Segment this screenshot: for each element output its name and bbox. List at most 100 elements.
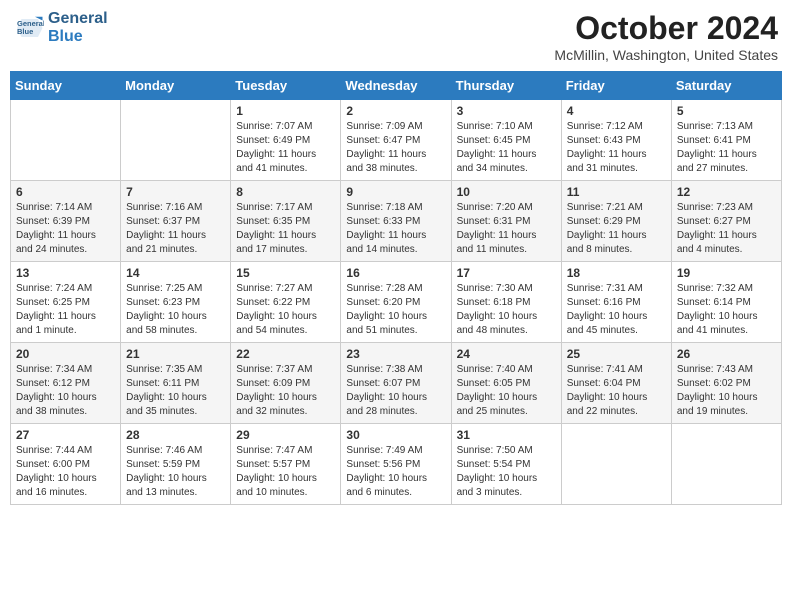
day-number: 20 xyxy=(16,347,115,361)
day-number: 14 xyxy=(126,266,225,280)
calendar-cell: 7 Sunrise: 7:16 AM Sunset: 6:37 PM Daylig… xyxy=(121,181,231,262)
day-info: Sunrise: 7:44 AM Sunset: 6:00 PM Dayligh… xyxy=(16,444,115,500)
day-info: Sunrise: 7:07 AM Sunset: 6:49 PM Dayligh… xyxy=(236,120,335,176)
day-number: 9 xyxy=(346,185,445,199)
calendar-week-row: 27 Sunrise: 7:44 AM Sunset: 6:00 PM Dayli… xyxy=(11,424,782,505)
calendar-cell xyxy=(121,100,231,181)
page-header: General Blue General Blue October 2024 M… xyxy=(10,10,782,63)
day-number: 31 xyxy=(457,428,556,442)
day-number: 11 xyxy=(567,185,666,199)
calendar-cell: 31 Sunrise: 7:50 AM Sunset: 5:54 PM Dayli… xyxy=(451,424,561,505)
day-info: Sunrise: 7:09 AM Sunset: 6:47 PM Dayligh… xyxy=(346,120,445,176)
calendar-cell: 5 Sunrise: 7:13 AM Sunset: 6:41 PM Daylig… xyxy=(671,100,781,181)
day-number: 7 xyxy=(126,185,225,199)
day-info: Sunrise: 7:14 AM Sunset: 6:39 PM Dayligh… xyxy=(16,201,115,257)
calendar-cell: 2 Sunrise: 7:09 AM Sunset: 6:47 PM Daylig… xyxy=(341,100,451,181)
day-number: 4 xyxy=(567,104,666,118)
weekday-header: Saturday xyxy=(671,72,781,100)
svg-text:Blue: Blue xyxy=(17,27,33,36)
month-title: October 2024 xyxy=(554,10,778,47)
day-number: 8 xyxy=(236,185,335,199)
weekday-header: Friday xyxy=(561,72,671,100)
day-info: Sunrise: 7:31 AM Sunset: 6:16 PM Dayligh… xyxy=(567,282,666,338)
calendar-cell: 30Sunrise: 7:49 AM Sunset: 5:56 PM Dayli… xyxy=(341,424,451,505)
day-number: 2 xyxy=(346,104,445,118)
day-info: Sunrise: 7:34 AM Sunset: 6:12 PM Dayligh… xyxy=(16,363,115,419)
calendar-cell: 26Sunrise: 7:43 AM Sunset: 6:02 PM Dayli… xyxy=(671,343,781,424)
day-info: Sunrise: 7:50 AM Sunset: 5:54 PM Dayligh… xyxy=(457,444,556,500)
day-info: Sunrise: 7:21 AM Sunset: 6:29 PM Dayligh… xyxy=(567,201,666,257)
weekday-header: Thursday xyxy=(451,72,561,100)
day-info: Sunrise: 7:16 AM Sunset: 6:37 PM Dayligh… xyxy=(126,201,225,257)
day-number: 27 xyxy=(16,428,115,442)
calendar-cell: 10Sunrise: 7:20 AM Sunset: 6:31 PM Dayli… xyxy=(451,181,561,262)
day-number: 12 xyxy=(677,185,776,199)
day-number: 23 xyxy=(346,347,445,361)
day-info: Sunrise: 7:28 AM Sunset: 6:20 PM Dayligh… xyxy=(346,282,445,338)
day-info: Sunrise: 7:27 AM Sunset: 6:22 PM Dayligh… xyxy=(236,282,335,338)
weekday-header-row: SundayMondayTuesdayWednesdayThursdayFrid… xyxy=(11,72,782,100)
calendar-cell: 29 Sunrise: 7:47 AM Sunset: 5:57 PM Dayli… xyxy=(231,424,341,505)
calendar-week-row: 1 Sunrise: 7:07 AM Sunset: 6:49 PM Daylig… xyxy=(11,100,782,181)
calendar-cell: 8 Sunrise: 7:17 AM Sunset: 6:35 PM Daylig… xyxy=(231,181,341,262)
calendar-cell: 3Sunrise: 7:10 AM Sunset: 6:45 PM Daylig… xyxy=(451,100,561,181)
calendar-cell: 11 Sunrise: 7:21 AM Sunset: 6:29 PM Dayli… xyxy=(561,181,671,262)
day-number: 16 xyxy=(346,266,445,280)
logo-blue: Blue xyxy=(48,28,108,46)
day-info: Sunrise: 7:37 AM Sunset: 6:09 PM Dayligh… xyxy=(236,363,335,419)
calendar-cell xyxy=(561,424,671,505)
day-number: 1 xyxy=(236,104,335,118)
day-info: Sunrise: 7:24 AM Sunset: 6:25 PM Dayligh… xyxy=(16,282,115,338)
calendar-cell: 9 Sunrise: 7:18 AM Sunset: 6:33 PM Daylig… xyxy=(341,181,451,262)
weekday-header: Wednesday xyxy=(341,72,451,100)
day-number: 5 xyxy=(677,104,776,118)
day-info: Sunrise: 7:30 AM Sunset: 6:18 PM Dayligh… xyxy=(457,282,556,338)
day-info: Sunrise: 7:20 AM Sunset: 6:31 PM Dayligh… xyxy=(457,201,556,257)
day-number: 25 xyxy=(567,347,666,361)
calendar-cell xyxy=(671,424,781,505)
day-info: Sunrise: 7:40 AM Sunset: 6:05 PM Dayligh… xyxy=(457,363,556,419)
calendar-cell: 12Sunrise: 7:23 AM Sunset: 6:27 PM Dayli… xyxy=(671,181,781,262)
location-title: McMillin, Washington, United States xyxy=(554,47,778,63)
day-number: 6 xyxy=(16,185,115,199)
day-info: Sunrise: 7:41 AM Sunset: 6:04 PM Dayligh… xyxy=(567,363,666,419)
logo-general: General xyxy=(48,10,108,28)
calendar-week-row: 20 Sunrise: 7:34 AM Sunset: 6:12 PM Dayli… xyxy=(11,343,782,424)
calendar-cell: 16 Sunrise: 7:28 AM Sunset: 6:20 PM Dayli… xyxy=(341,262,451,343)
day-number: 22 xyxy=(236,347,335,361)
day-info: Sunrise: 7:35 AM Sunset: 6:11 PM Dayligh… xyxy=(126,363,225,419)
day-info: Sunrise: 7:47 AM Sunset: 5:57 PM Dayligh… xyxy=(236,444,335,500)
calendar-cell: 23 Sunrise: 7:38 AM Sunset: 6:07 PM Dayli… xyxy=(341,343,451,424)
day-number: 28 xyxy=(126,428,225,442)
weekday-header: Monday xyxy=(121,72,231,100)
day-info: Sunrise: 7:25 AM Sunset: 6:23 PM Dayligh… xyxy=(126,282,225,338)
day-info: Sunrise: 7:17 AM Sunset: 6:35 PM Dayligh… xyxy=(236,201,335,257)
calendar-cell: 19 Sunrise: 7:32 AM Sunset: 6:14 PM Dayli… xyxy=(671,262,781,343)
calendar-cell: 24 Sunrise: 7:40 AM Sunset: 6:05 PM Dayli… xyxy=(451,343,561,424)
calendar-cell: 27 Sunrise: 7:44 AM Sunset: 6:00 PM Dayli… xyxy=(11,424,121,505)
day-number: 24 xyxy=(457,347,556,361)
day-number: 19 xyxy=(677,266,776,280)
calendar-cell: 20 Sunrise: 7:34 AM Sunset: 6:12 PM Dayli… xyxy=(11,343,121,424)
calendar-cell: 14 Sunrise: 7:25 AM Sunset: 6:23 PM Dayli… xyxy=(121,262,231,343)
calendar-cell: 18Sunrise: 7:31 AM Sunset: 6:16 PM Dayli… xyxy=(561,262,671,343)
day-info: Sunrise: 7:12 AM Sunset: 6:43 PM Dayligh… xyxy=(567,120,666,176)
calendar-week-row: 13Sunrise: 7:24 AM Sunset: 6:25 PM Dayli… xyxy=(11,262,782,343)
day-info: Sunrise: 7:38 AM Sunset: 6:07 PM Dayligh… xyxy=(346,363,445,419)
logo: General Blue General Blue xyxy=(14,10,108,46)
day-number: 17 xyxy=(457,266,556,280)
calendar-cell xyxy=(11,100,121,181)
day-number: 29 xyxy=(236,428,335,442)
day-info: Sunrise: 7:32 AM Sunset: 6:14 PM Dayligh… xyxy=(677,282,776,338)
day-info: Sunrise: 7:46 AM Sunset: 5:59 PM Dayligh… xyxy=(126,444,225,500)
day-info: Sunrise: 7:10 AM Sunset: 6:45 PM Dayligh… xyxy=(457,120,556,176)
title-block: October 2024 McMillin, Washington, Unite… xyxy=(554,10,778,63)
calendar-table: SundayMondayTuesdayWednesdayThursdayFrid… xyxy=(10,71,782,505)
weekday-header: Sunday xyxy=(11,72,121,100)
day-info: Sunrise: 7:13 AM Sunset: 6:41 PM Dayligh… xyxy=(677,120,776,176)
calendar-cell: 28 Sunrise: 7:46 AM Sunset: 5:59 PM Dayli… xyxy=(121,424,231,505)
logo-icon: General Blue xyxy=(14,13,44,43)
calendar-cell: 21Sunrise: 7:35 AM Sunset: 6:11 PM Dayli… xyxy=(121,343,231,424)
day-info: Sunrise: 7:18 AM Sunset: 6:33 PM Dayligh… xyxy=(346,201,445,257)
calendar-cell: 6 Sunrise: 7:14 AM Sunset: 6:39 PM Daylig… xyxy=(11,181,121,262)
